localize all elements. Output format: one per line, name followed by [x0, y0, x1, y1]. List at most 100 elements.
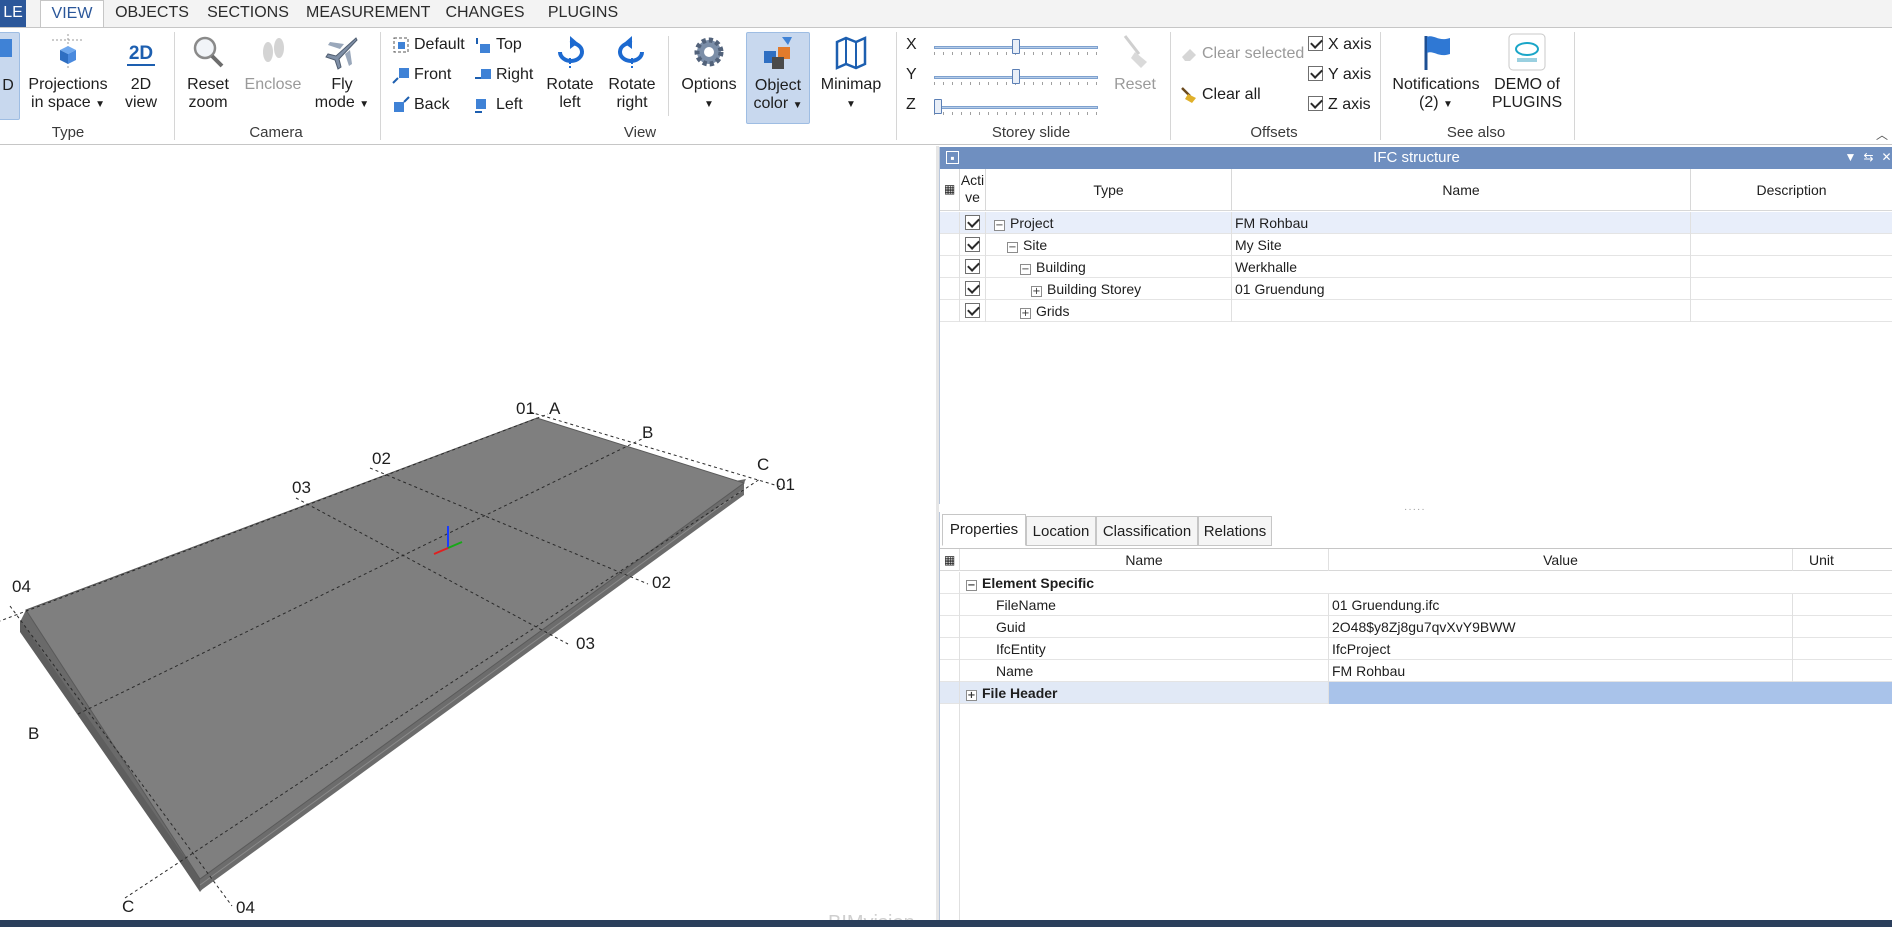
column-header-name[interactable]: Name	[1232, 169, 1691, 211]
panel-close-icon[interactable]: ✕	[1880, 151, 1892, 164]
horizontal-splitter[interactable]: ·····	[939, 504, 1892, 515]
x-axis-checkbox[interactable]: X axis	[1308, 34, 1372, 56]
active-checkbox[interactable]	[960, 256, 986, 278]
tree-row-grids[interactable]: + Grids	[940, 300, 1892, 322]
storey-slider-z[interactable]: Z	[906, 96, 1102, 118]
property-row-name[interactable]: Name FM Rohbau	[940, 660, 1892, 682]
checkbox-box[interactable]	[965, 237, 980, 252]
checkbox-box[interactable]	[965, 259, 980, 274]
tree-row-building-storey[interactable]: + Building Storey 01 Gruendung	[940, 278, 1892, 300]
column-header-name[interactable]: Name	[960, 549, 1329, 571]
clear-selected-button[interactable]: Clear selected	[1180, 42, 1304, 66]
rotate-left-button[interactable]: Rotate left	[544, 32, 596, 120]
tab-relations[interactable]: Relations	[1198, 516, 1272, 546]
rotate-right-button[interactable]: Rotate right	[604, 32, 660, 120]
checkbox-box[interactable]	[965, 303, 980, 318]
rotate-left-icon	[558, 36, 584, 70]
property-group-element-specific[interactable]: − Element Specific	[940, 572, 1892, 594]
panel-menu-icon[interactable]: ▪	[946, 151, 959, 165]
active-checkbox[interactable]	[960, 212, 986, 234]
options-button[interactable]: Options ▼	[676, 32, 742, 120]
notifications-button[interactable]: Notifications (2) ▼	[1388, 32, 1484, 120]
3d-viewport[interactable]: 01 A B C 01 02 03 02 03 04 B C 04	[0, 146, 936, 920]
column-header-active[interactable]: Acti ve	[960, 169, 986, 211]
2d-view-button[interactable]: 2D 2D view	[116, 32, 166, 120]
tree-row-site[interactable]: − Site My Site	[940, 234, 1892, 256]
slider-z-label: Z	[906, 96, 916, 113]
column-header-value[interactable]: Value	[1329, 549, 1793, 571]
z-axis-checkbox[interactable]: Z axis	[1308, 94, 1371, 116]
active-checkbox[interactable]	[960, 300, 986, 322]
tab-objects[interactable]: OBJECTS	[112, 0, 192, 27]
property-row-ifcentity[interactable]: IfcEntity IfcProject	[940, 638, 1892, 660]
view-left-button[interactable]: Left	[474, 93, 523, 117]
tab-properties[interactable]: Properties	[942, 514, 1026, 546]
tab-file[interactable]: LE	[0, 0, 26, 27]
name-cell	[1232, 300, 1691, 322]
3d-view-button[interactable]: D	[0, 32, 20, 120]
property-row-guid[interactable]: Guid 2O48$y8Zj8gu7qvXvY9BWW	[940, 616, 1892, 638]
collapse-ribbon-icon[interactable]: ︿	[1876, 126, 1888, 143]
expand-icon[interactable]: +	[1031, 286, 1042, 297]
column-header-description[interactable]: Description	[1691, 169, 1892, 211]
collapse-icon[interactable]: −	[1007, 242, 1018, 253]
property-group-file-header[interactable]: + File Header	[940, 682, 1892, 704]
view-back-button[interactable]: Back	[392, 93, 450, 117]
slider-x-thumb[interactable]	[1012, 39, 1020, 54]
view-default-button[interactable]: Default	[392, 33, 465, 57]
object-color-button[interactable]: Object color ▼	[746, 32, 810, 124]
paint-cubes-icon	[764, 37, 792, 69]
tab-measurement[interactable]: MEASUREMENT	[306, 0, 430, 27]
tab-changes[interactable]: CHANGES	[442, 0, 528, 27]
property-row-filename[interactable]: FileName 01 Gruendung.ifc	[940, 594, 1892, 616]
active-checkbox[interactable]	[960, 278, 986, 300]
tab-plugins[interactable]: PLUGINS	[542, 0, 624, 27]
view-front-button[interactable]: Front	[392, 63, 451, 87]
tab-location[interactable]: Location	[1026, 516, 1096, 546]
column-chooser-icon[interactable]: ▦	[940, 169, 960, 211]
view-top-button[interactable]: Top	[474, 33, 522, 57]
checkbox-box[interactable]	[965, 281, 980, 296]
column-header-type[interactable]: Type	[986, 169, 1232, 211]
y-axis-checkbox[interactable]: Y axis	[1308, 64, 1371, 86]
model-canvas[interactable]: 01 A B C 01 02 03 02 03 04 B C 04	[0, 146, 936, 920]
panel-pin-icon[interactable]: ⇆	[1862, 151, 1875, 164]
column-header-unit[interactable]: Unit	[1793, 549, 1892, 571]
group-separator	[896, 32, 897, 140]
group-label-camera: Camera	[249, 124, 303, 141]
group-separator	[1170, 32, 1171, 140]
row-indicator	[940, 278, 960, 300]
checkbox-box[interactable]	[1308, 96, 1323, 111]
storey-reset-button[interactable]: Reset	[1110, 32, 1160, 120]
active-checkbox[interactable]	[960, 234, 986, 256]
reset-zoom-button[interactable]: Reset zoom	[182, 32, 234, 120]
tab-classification[interactable]: Classification	[1096, 516, 1198, 546]
cube-front-icon	[392, 67, 409, 84]
clear-all-button[interactable]: Clear all	[1180, 83, 1261, 107]
checkbox-box[interactable]	[1308, 36, 1323, 51]
collapse-icon[interactable]: −	[994, 220, 1005, 231]
storey-slider-x[interactable]: X	[906, 36, 1102, 58]
column-chooser-icon[interactable]: ▦	[940, 549, 960, 571]
demo-plugins-button[interactable]: DEMO of PLUGINS	[1490, 32, 1564, 120]
tab-view[interactable]: VIEW	[40, 0, 104, 28]
expand-icon[interactable]: +	[1020, 308, 1031, 319]
slider-y-thumb[interactable]	[1012, 69, 1020, 84]
slider-z-track[interactable]	[934, 106, 1098, 109]
tree-row-building[interactable]: − Building Werkhalle	[940, 256, 1892, 278]
checkbox-box[interactable]	[1308, 66, 1323, 81]
tree-row-project[interactable]: − Project FM Rohbau	[940, 212, 1892, 234]
slider-z-thumb[interactable]	[934, 99, 942, 114]
panel-dropdown-icon[interactable]: ▼	[1844, 151, 1857, 164]
checkbox-box[interactable]	[965, 215, 980, 230]
storey-slider-y[interactable]: Y	[906, 66, 1102, 88]
minimap-button[interactable]: Minimap ▼	[816, 32, 886, 120]
expand-icon[interactable]: +	[966, 690, 977, 701]
collapse-icon[interactable]: −	[1020, 264, 1031, 275]
fly-mode-button[interactable]: Fly mode ▼	[312, 32, 372, 120]
enclose-button[interactable]: Enclose	[242, 32, 304, 120]
collapse-icon[interactable]: −	[966, 580, 977, 591]
projections-button[interactable]: Projections in space ▼	[28, 32, 108, 120]
tab-sections[interactable]: SECTIONS	[204, 0, 292, 27]
view-right-button[interactable]: Right	[474, 63, 533, 87]
